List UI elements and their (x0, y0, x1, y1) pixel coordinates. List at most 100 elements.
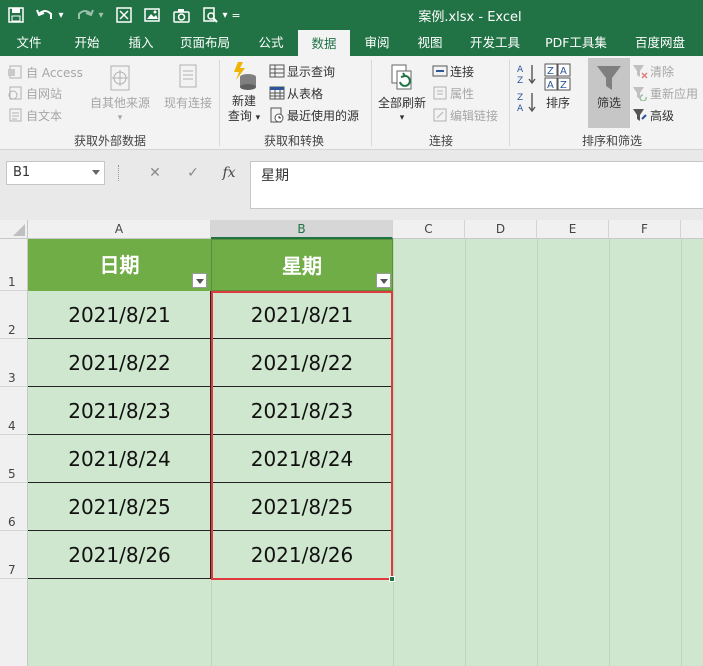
from-table-button[interactable]: 从表格 (269, 83, 323, 103)
tab-view[interactable]: 视图 (404, 30, 456, 56)
row-header-7[interactable]: 7 (0, 531, 28, 579)
cell-a2[interactable]: 2021/8/21 (28, 291, 211, 339)
filter-dropdown-icon[interactable] (376, 273, 391, 288)
name-box-dropdown-icon[interactable] (92, 170, 100, 175)
selection-range-b2-b7 (211, 291, 395, 582)
name-box[interactable]: B1 (6, 161, 105, 185)
sort-descending-icon[interactable]: ZA (516, 90, 538, 114)
cell-a3[interactable]: 2021/8/22 (28, 339, 211, 387)
from-table-label: 从表格 (287, 86, 324, 101)
existing-connections-label: 现有连接 (163, 96, 212, 110)
filter-button[interactable]: 筛选 (588, 58, 630, 128)
insert-function-icon[interactable]: fx (216, 161, 242, 185)
formula-area: B1 ✕ ✓ fx 星期 (0, 150, 703, 220)
cell-a4[interactable]: 2021/8/23 (28, 387, 211, 435)
cell-a6[interactable]: 2021/8/25 (28, 483, 211, 531)
tab-review[interactable]: 审阅 (352, 30, 402, 56)
customize-toolbar-icon[interactable]: = (230, 5, 242, 25)
tab-pdf-tools[interactable]: PDF工具集 (540, 30, 612, 56)
from-access-button[interactable]: 自 Access (8, 62, 83, 82)
tab-home[interactable]: 开始 (62, 30, 112, 56)
other-sources-icon (105, 62, 135, 94)
table-icon (269, 85, 285, 101)
from-web-button[interactable]: 自网站 (8, 83, 62, 103)
row-number: 5 (8, 467, 16, 481)
properties-button[interactable]: 属性 (432, 83, 474, 103)
cell-a5[interactable]: 2021/8/24 (28, 435, 211, 483)
cell-b1[interactable]: 星期 (211, 239, 393, 291)
refresh-all-button[interactable]: 全部刷新 ▾ (374, 62, 430, 126)
edit-links-button[interactable]: 编辑链接 (432, 105, 498, 125)
tab-data[interactable]: 数据 (298, 30, 350, 56)
advanced-filter-label: 高级 (650, 108, 675, 123)
column-header-c[interactable]: C (393, 220, 465, 239)
other-sources-button[interactable]: 自其他来源 ▾ (88, 62, 152, 126)
row-header-5[interactable]: 5 (0, 435, 28, 483)
clear-filter-icon (632, 63, 648, 79)
column-header-g[interactable] (681, 220, 703, 239)
new-query-label-line1: 新建 (231, 94, 256, 108)
formula-bar-divider (118, 165, 120, 181)
undo-icon[interactable] (34, 5, 56, 25)
svg-text:Z: Z (517, 93, 523, 103)
cell-a7[interactable]: 2021/8/26 (28, 531, 211, 579)
calculator-icon[interactable] (114, 5, 134, 25)
tab-developer[interactable]: 开发工具 (460, 30, 530, 56)
enter-icon[interactable]: ✓ (180, 161, 206, 185)
row-header-1[interactable]: 1 (0, 239, 28, 291)
new-query-dropdown-icon: ▾ (255, 113, 261, 123)
undo-chevron-icon[interactable]: ▾ (56, 5, 66, 25)
sort-ascending-icon[interactable]: AZ (516, 62, 538, 86)
customize-chevron-icon[interactable]: ▾ (220, 5, 230, 25)
group-label-connections: 连接 (428, 134, 453, 148)
show-queries-button[interactable]: 显示查询 (269, 61, 335, 81)
row-header-6[interactable]: 6 (0, 483, 28, 531)
row-header-4[interactable]: 4 (0, 387, 28, 435)
clear-filter-button[interactable]: 清除 (632, 61, 674, 81)
new-query-button[interactable]: 新建 查询 ▾ (224, 60, 264, 126)
reapply-button[interactable]: 重新应用 (632, 83, 698, 103)
formula-input[interactable]: 星期 (250, 161, 703, 209)
cancel-icon[interactable]: ✕ (142, 161, 168, 185)
tab-baidu-netdisk[interactable]: 百度网盘 (624, 30, 696, 56)
row-header-3[interactable]: 3 (0, 339, 28, 387)
advanced-filter-button[interactable]: 高级 (632, 105, 674, 125)
recent-sources-button[interactable]: 最近使用的源 (269, 105, 359, 125)
text-file-icon (8, 107, 24, 123)
ribbon-tabs: 文件 开始 插入 页面布局 公式 数据 审阅 视图 开发工具 PDF工具集 百度… (0, 30, 703, 56)
column-header-b[interactable]: B (211, 220, 393, 239)
tab-insert[interactable]: 插入 (116, 30, 166, 56)
tab-formulas[interactable]: 公式 (246, 30, 296, 56)
ribbon-separator (219, 60, 220, 146)
redo-chevron-icon[interactable]: ▾ (96, 5, 106, 25)
column-header-d[interactable]: D (465, 220, 537, 239)
svg-text:A: A (517, 104, 524, 114)
recent-sources-label: 最近使用的源 (287, 108, 360, 123)
picture-icon[interactable] (142, 5, 162, 25)
filter-dropdown-icon[interactable] (192, 273, 207, 288)
row-header-2[interactable]: 2 (0, 291, 28, 339)
sort-button[interactable]: ZAAZ 排序 (541, 62, 575, 111)
column-header-a[interactable]: A (28, 220, 211, 239)
from-text-button[interactable]: 自文本 (8, 105, 62, 125)
group-label-sort-filter: 排序和筛选 (581, 134, 642, 148)
column-header-e[interactable]: E (537, 220, 609, 239)
cell-a1[interactable]: 日期 (28, 239, 211, 291)
print-preview-icon[interactable] (200, 5, 220, 25)
fill-handle[interactable] (389, 576, 395, 582)
worksheet-grid[interactable]: A B C D E F 1 2 3 4 5 6 7 日期 星期 2021/8/2… (0, 220, 703, 666)
redo-icon[interactable] (74, 5, 96, 25)
select-all-corner[interactable] (0, 220, 28, 239)
row-number: 3 (8, 371, 16, 385)
tab-file[interactable]: 文件 (4, 30, 54, 56)
row-header-blank (0, 579, 28, 666)
existing-connections-button[interactable]: 现有连接 (160, 62, 216, 111)
save-icon[interactable] (6, 5, 26, 25)
connections-button[interactable]: 连接 (432, 61, 474, 81)
camera-icon[interactable] (171, 5, 191, 25)
tab-page-layout[interactable]: 页面布局 (172, 30, 238, 56)
svg-text:Z: Z (560, 80, 567, 91)
refresh-all-dropdown-icon: ▾ (399, 113, 405, 123)
column-header-f[interactable]: F (609, 220, 681, 239)
from-text-label: 自文本 (26, 108, 63, 123)
